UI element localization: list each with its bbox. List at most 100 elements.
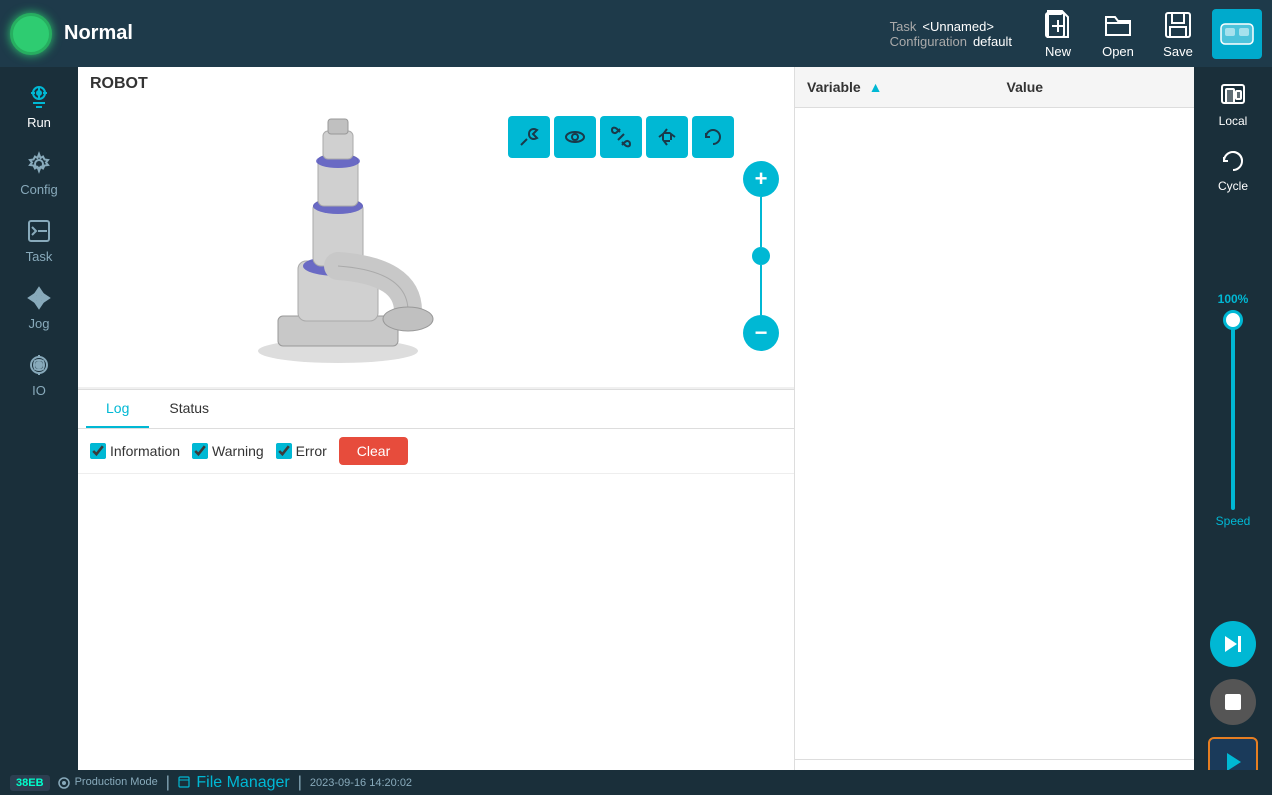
skip-icon — [1221, 632, 1245, 656]
sidebar-item-config[interactable]: Config — [3, 142, 75, 205]
production-mode-text: Production Mode — [58, 776, 158, 788]
slider-container[interactable] — [1223, 310, 1243, 510]
sidebar-jog-label: Jog — [29, 316, 50, 331]
bottom-bar: 38EB Production Mode | File Manager | 20… — [0, 770, 1272, 795]
new-button[interactable]: New — [1032, 5, 1084, 63]
sidebar-item-task[interactable]: Task — [3, 209, 75, 272]
error-filter[interactable]: Error — [276, 443, 327, 459]
right-sidebar: Local Cycle 100% Speed — [1194, 67, 1272, 795]
sidebar-run-label: Run — [27, 115, 51, 130]
status-indicator — [10, 13, 52, 55]
header-buttons: New Open Save — [1032, 5, 1204, 63]
clear-button[interactable]: Clear — [339, 437, 408, 465]
information-filter[interactable]: Information — [90, 443, 180, 459]
sidebar-config-label: Config — [20, 182, 58, 197]
local-icon — [1218, 81, 1248, 111]
information-checkbox[interactable] — [90, 443, 106, 459]
config-label: Configuration — [890, 34, 967, 49]
log-filters: Information Warning Error Clear — [78, 429, 794, 474]
task-value: <Unnamed> — [922, 19, 994, 34]
open-label: Open — [1102, 44, 1134, 59]
tool-wrench-button[interactable] — [508, 116, 550, 158]
warning-label: Warning — [212, 443, 264, 459]
zoom-controls: + − — [743, 161, 779, 351]
error-label: Error — [296, 443, 327, 459]
io-icon — [25, 351, 53, 379]
app-logo — [1212, 9, 1262, 59]
new-label: New — [1045, 44, 1071, 59]
save-button[interactable]: Save — [1152, 5, 1204, 63]
value-col-header: Value — [995, 67, 1195, 107]
cycle-label: Cycle — [1218, 179, 1248, 193]
variable-header: Variable ▲ Value — [795, 67, 1194, 108]
datetime-text: 2023-09-16 14:20:02 — [310, 777, 412, 789]
separator-1: | — [166, 774, 170, 792]
task-icon — [25, 217, 53, 245]
zoom-in-button[interactable]: + — [743, 161, 779, 197]
toolbar-icons — [508, 116, 734, 158]
save-icon — [1162, 9, 1194, 41]
jog-icon — [25, 284, 53, 312]
log-tab[interactable]: Log — [86, 390, 149, 428]
right-variable-panel: Variable ▲ Value Show WayPoint — [794, 67, 1194, 795]
task-label: Task — [890, 19, 917, 34]
zoom-dot — [752, 247, 770, 265]
config-value: default — [973, 34, 1012, 49]
log-section: Log Status Information Warning Error — [78, 389, 794, 795]
skip-button[interactable] — [1210, 621, 1256, 667]
sidebar-item-run[interactable]: Run — [3, 75, 75, 138]
version-badge: 38EB — [10, 775, 50, 791]
stop-icon — [1223, 692, 1243, 712]
error-checkbox[interactable] — [276, 443, 292, 459]
tool-eye-button[interactable] — [554, 116, 596, 158]
config-icon — [25, 150, 53, 178]
left-sidebar: Run Config Task J — [0, 67, 78, 795]
variable-content — [795, 108, 1194, 759]
speed-label: Speed — [1216, 514, 1251, 528]
robot-viewport: ROBOT — [78, 67, 794, 387]
zoom-line — [760, 197, 762, 247]
run-icon — [25, 83, 53, 111]
robot-3d — [178, 111, 498, 371]
warning-filter[interactable]: Warning — [192, 443, 264, 459]
header: Normal Task <Unnamed> Configuration defa… — [0, 0, 1272, 67]
tool-rotate-button[interactable] — [692, 116, 734, 158]
sidebar-item-jog[interactable]: Jog — [3, 276, 75, 339]
main-layout: Run Config Task J — [0, 67, 1272, 795]
tool-move-button[interactable] — [646, 116, 688, 158]
file-manager-link[interactable]: File Manager — [178, 774, 290, 792]
center-panel: ROBOT — [78, 67, 794, 795]
normal-label: Normal — [64, 22, 133, 45]
sidebar-task-label: Task — [26, 249, 53, 264]
robot-title: ROBOT — [78, 67, 794, 101]
task-config-area: Task <Unnamed> Configuration default — [890, 19, 1012, 49]
zoom-line-2 — [760, 265, 762, 315]
robot-canvas: + − — [78, 101, 794, 381]
speed-slider-area: 100% Speed — [1216, 205, 1251, 615]
separator-2: | — [298, 774, 302, 792]
open-icon — [1102, 9, 1134, 41]
sidebar-io-label: IO — [32, 383, 46, 398]
variable-col-header: Variable ▲ — [795, 67, 995, 107]
save-label: Save — [1163, 44, 1193, 59]
stop-button[interactable] — [1210, 679, 1256, 725]
cycle-button[interactable]: Cycle — [1198, 140, 1268, 199]
local-button[interactable]: Local — [1198, 75, 1268, 134]
information-label: Information — [110, 443, 180, 459]
slider-track — [1231, 310, 1235, 510]
robot-svg — [178, 111, 498, 371]
sidebar-item-io[interactable]: IO — [3, 343, 75, 406]
status-tab[interactable]: Status — [149, 390, 229, 428]
local-label: Local — [1219, 114, 1248, 128]
log-content — [78, 474, 794, 795]
cycle-icon — [1218, 146, 1248, 176]
log-tabs: Log Status — [78, 390, 794, 429]
speed-value: 100% — [1218, 292, 1249, 306]
tool-link-button[interactable] — [600, 116, 642, 158]
slider-thumb[interactable] — [1223, 310, 1243, 330]
warning-checkbox[interactable] — [192, 443, 208, 459]
open-button[interactable]: Open — [1092, 5, 1144, 63]
new-icon — [1042, 9, 1074, 41]
zoom-out-button[interactable]: − — [743, 315, 779, 351]
sort-icon: ▲ — [869, 79, 883, 95]
